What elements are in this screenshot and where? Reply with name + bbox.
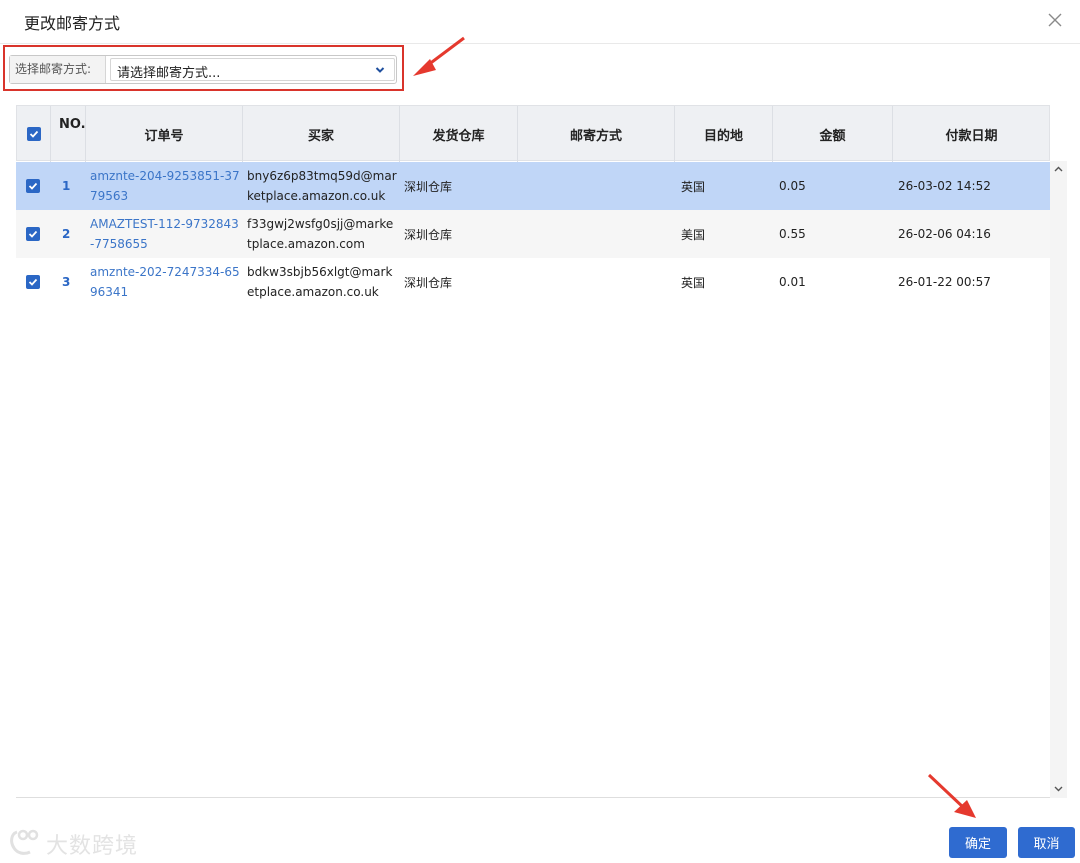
- shipping-method-selector: 选择邮寄方式: 请选择邮寄方式...: [9, 55, 397, 84]
- order-id-link[interactable]: amznte-204-9253851-3779563: [90, 162, 240, 210]
- row-checkbox[interactable]: [26, 179, 40, 193]
- payment-date: 26-01-22 00:57: [898, 275, 991, 289]
- column-header-no: NO.: [51, 106, 86, 162]
- shipping-method-dropdown[interactable]: 请选择邮寄方式...: [110, 58, 395, 81]
- column-header-order[interactable]: 订单号: [86, 106, 243, 162]
- destination: 美国: [681, 227, 706, 242]
- table-row[interactable]: 1 amznte-204-9253851-3779563 bny6z6p83tm…: [16, 162, 1050, 210]
- shipping-method-value: 请选择邮寄方式...: [117, 66, 221, 81]
- cancel-button[interactable]: 取消: [1018, 827, 1075, 858]
- shipping-method: [518, 162, 668, 210]
- annotation-arrow-icon: [927, 773, 976, 818]
- orders-table: NO. 订单号 买家 发货仓库 邮寄方式 目的地 金额 付款日期 1 amznt…: [16, 105, 1050, 798]
- amount: 0.01: [779, 275, 806, 289]
- chevron-down-icon: [375, 67, 385, 73]
- logo-icon: [10, 829, 39, 855]
- buyer-email: bny6z6p83tmq59d@marketplace.amazon.co.uk: [247, 169, 397, 203]
- brand-logo: 大数跨境: [8, 826, 148, 860]
- column-header-paydate[interactable]: 付款日期: [893, 106, 1050, 162]
- buyer-email: f33gwj2wsfg0sjj@marketplace.amazon.com: [247, 217, 394, 251]
- warehouse: 深圳仓库: [404, 179, 453, 194]
- row-checkbox[interactable]: [26, 275, 40, 289]
- select-all-cell: [17, 106, 51, 162]
- confirm-button[interactable]: 确定: [949, 827, 1007, 858]
- order-id-link[interactable]: AMAZTEST-112-9732843-7758655: [90, 210, 240, 258]
- row-number: 2: [62, 227, 71, 241]
- warehouse: 深圳仓库: [404, 227, 453, 242]
- logo-text: 大数跨境: [46, 834, 139, 859]
- table-header: NO. 订单号 买家 发货仓库 邮寄方式 目的地 金额 付款日期: [16, 105, 1050, 162]
- dialog-titlebar: 更改邮寄方式: [0, 0, 1080, 44]
- select-all-checkbox[interactable]: [26, 127, 41, 141]
- check-icon: [28, 230, 38, 238]
- column-header-amount[interactable]: 金额: [773, 106, 893, 162]
- column-header-warehouse[interactable]: 发货仓库: [400, 106, 518, 162]
- destination: 英国: [681, 275, 706, 290]
- destination: 英国: [681, 179, 706, 194]
- row-number: 3: [62, 275, 71, 289]
- check-icon: [28, 278, 38, 286]
- row-number: 1: [62, 179, 71, 193]
- amount: 0.05: [779, 179, 806, 193]
- column-header-buyer[interactable]: 买家: [243, 106, 400, 162]
- scroll-down-icon[interactable]: [1052, 782, 1065, 795]
- amount: 0.55: [779, 227, 806, 241]
- order-id-link[interactable]: amznte-202-7247334-6596341: [90, 258, 240, 306]
- check-icon: [28, 182, 38, 190]
- table-row[interactable]: 3 amznte-202-7247334-6596341 bdkw3sbjb56…: [16, 258, 1050, 306]
- close-icon[interactable]: [1044, 9, 1066, 31]
- scroll-up-icon[interactable]: [1052, 163, 1065, 176]
- warehouse: 深圳仓库: [404, 275, 453, 290]
- dialog-title: 更改邮寄方式: [24, 14, 121, 33]
- vertical-scrollbar[interactable]: [1050, 161, 1067, 798]
- shipping-method: [518, 258, 668, 306]
- table-row[interactable]: 2 AMAZTEST-112-9732843-7758655 f33gwj2ws…: [16, 210, 1050, 258]
- check-icon: [29, 130, 38, 138]
- payment-date: 26-02-06 04:16: [898, 227, 991, 241]
- column-header-shipping[interactable]: 邮寄方式: [518, 106, 675, 162]
- payment-date: 26-03-02 14:52: [898, 179, 991, 193]
- annotation-arrow-icon: [413, 36, 465, 76]
- column-header-destination[interactable]: 目的地: [675, 106, 773, 162]
- buyer-email: bdkw3sbjb56xlgt@marketplace.amazon.co.uk: [247, 265, 393, 299]
- shipping-method: [518, 210, 668, 258]
- shipping-method-label: 选择邮寄方式:: [10, 56, 106, 83]
- row-checkbox[interactable]: [26, 227, 40, 241]
